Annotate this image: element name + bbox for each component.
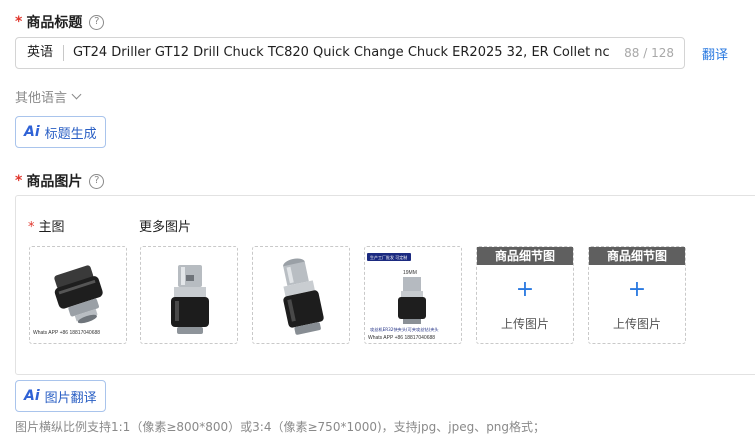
product-title-input[interactable]: 英语 GT24 Driller GT12 Drill Chuck TC820 Q…: [15, 37, 685, 69]
language-selector[interactable]: 英语: [16, 45, 65, 61]
promo-banner: 生产工厂批发 可定制: [370, 254, 407, 260]
chuck-product-image: Whats APP +86 18817040688: [33, 265, 103, 336]
upload-image-label: 上传图片: [500, 317, 549, 331]
detail-image-upload-slot[interactable]: 商品细节图 + 上传图片: [588, 246, 686, 344]
ai-icon: Ai: [24, 124, 40, 140]
translate-link[interactable]: 翻译: [702, 44, 728, 63]
required-mark: *: [15, 173, 23, 189]
chuck-angle-image: [283, 258, 324, 335]
required-mark: *: [15, 14, 23, 30]
upload-image-label: 上传图片: [612, 317, 661, 331]
plus-icon: +: [515, 277, 535, 302]
main-image-caption: Whats APP +86 18817040688: [33, 330, 100, 336]
help-icon[interactable]: ?: [89, 14, 105, 30]
char-counter: 88 / 128: [620, 46, 684, 60]
slot-header: 商品细节图: [589, 247, 685, 265]
other-languages-label: 其他语言: [15, 91, 68, 106]
detail-image-upload-slot[interactable]: 商品细节图 + 上传图片: [476, 246, 574, 344]
promo-text: 攻丝机ER32快夹头(可夹攻丝钻)夹头: [370, 326, 439, 333]
ai-title-generate-label: 标题生成: [44, 126, 97, 142]
ai-image-translate-button[interactable]: Ai 图片翻译: [15, 380, 106, 412]
promo-caption: Whats APP +86 18817040688: [368, 335, 435, 341]
product-title-text: 商品标题: [26, 15, 83, 31]
ai-title-generate-button[interactable]: Ai 标题生成: [15, 116, 106, 148]
other-languages-toggle[interactable]: 其他语言: [15, 87, 82, 106]
product-images-label: * 商品图片 ?: [15, 171, 105, 191]
main-image-label: * 主图: [28, 216, 65, 235]
slot-header: 商品细节图: [477, 247, 573, 265]
chuck-side-image: [171, 265, 209, 334]
image-thumbnail-3[interactable]: [252, 246, 350, 344]
chevron-down-icon: [71, 89, 82, 100]
ai-image-translate-label: 图片翻译: [44, 390, 97, 406]
required-mark: *: [28, 220, 35, 235]
more-images-label: 更多图片: [139, 220, 192, 235]
product-images-text: 商品图片: [26, 174, 83, 190]
plus-icon: +: [627, 277, 647, 302]
product-title-label: * 商品标题 ?: [15, 12, 105, 32]
main-image-thumbnail[interactable]: Whats APP +86 18817040688: [29, 246, 127, 344]
image-format-hint: 图片横纵比例支持1:1（像素≥800*800）或3:4（像素≥750*1000)…: [15, 420, 546, 434]
title-value[interactable]: GT24 Driller GT12 Drill Chuck TC820 Quic…: [64, 44, 620, 62]
chuck-promo-image: 生产工厂批发 可定制 19MM 攻丝机ER32快夹头(可夹攻丝钻)夹头 What…: [367, 253, 439, 341]
size-label: 19MM: [403, 270, 417, 276]
main-image-text: 主图: [38, 220, 65, 235]
help-icon[interactable]: ?: [89, 173, 105, 189]
image-thumbnail-2[interactable]: [140, 246, 238, 344]
ai-icon: Ai: [24, 388, 40, 404]
image-thumbnail-4[interactable]: 生产工厂批发 可定制 19MM 攻丝机ER32快夹头(可夹攻丝钻)夹头 What…: [364, 246, 462, 344]
